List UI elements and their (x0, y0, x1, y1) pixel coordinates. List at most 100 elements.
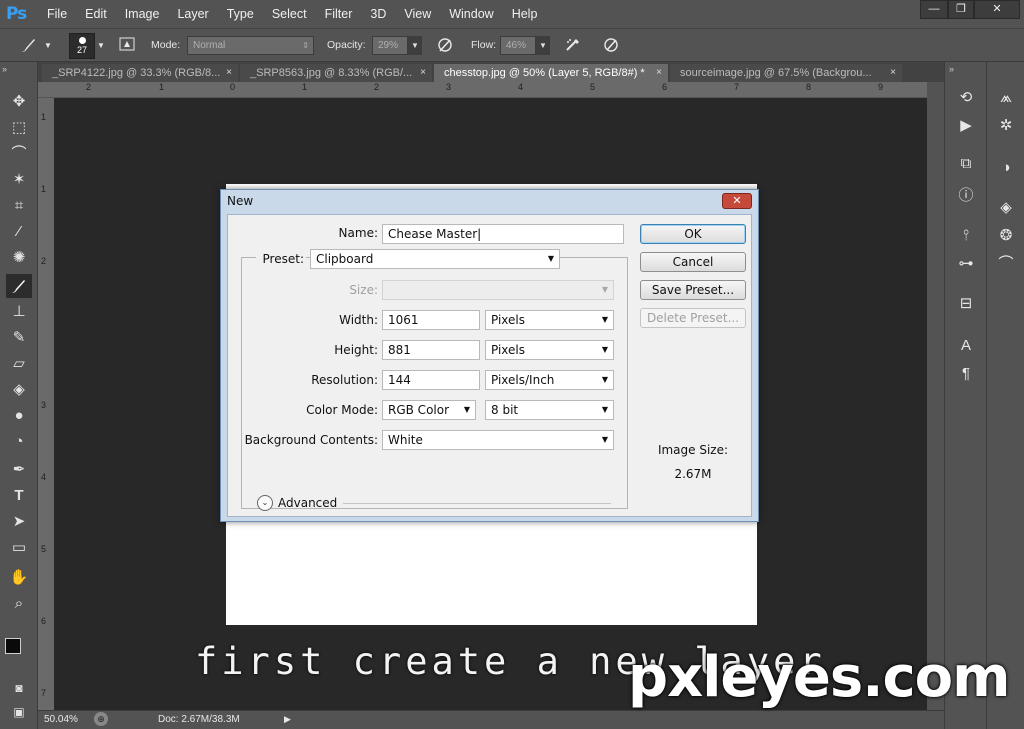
layers-panel-icon[interactable]: ◈ (991, 196, 1021, 220)
width-input[interactable]: 1061 (382, 310, 480, 330)
collapse-dock-icon[interactable]: » (949, 64, 954, 74)
save-preset-button[interactable]: Save Preset... (640, 280, 746, 300)
channels-panel-icon[interactable]: ❂ (991, 224, 1021, 248)
ruler-vertical[interactable]: 1 1 2 3 4 5 6 7 (38, 98, 54, 710)
menu-edit[interactable]: Edit (76, 0, 116, 28)
height-input[interactable]: 881 (382, 340, 480, 360)
collapse-tools-icon[interactable]: » (2, 64, 7, 74)
pressure-opacity-icon[interactable] (434, 36, 456, 56)
flow-input[interactable]: 46% (500, 36, 536, 55)
resolution-input[interactable]: 144 (382, 370, 480, 390)
bit-depth-select[interactable]: 8 bit ▼ (485, 400, 614, 420)
healing-brush-icon[interactable]: ✺ (6, 246, 32, 270)
advanced-toggle-button[interactable]: ⌄ (257, 495, 273, 511)
type-tool-icon[interactable]: T (6, 484, 32, 508)
tab-close-icon[interactable]: × (890, 64, 896, 82)
pressure-size-icon[interactable] (600, 36, 622, 56)
menu-type[interactable]: Type (218, 0, 263, 28)
airbrush-icon[interactable] (562, 36, 584, 56)
color-mode-select[interactable]: RGB Color ▼ (382, 400, 476, 420)
pen-tool-icon[interactable]: ✒ (6, 458, 32, 482)
history-brush-icon[interactable]: ✎ (6, 326, 32, 350)
tool-preset-dropdown-icon[interactable]: ▼ (42, 36, 54, 56)
image-size-value: 2.67M (674, 467, 712, 481)
background-contents-select[interactable]: White ▼ (382, 430, 614, 450)
tab-close-icon[interactable]: × (656, 64, 662, 82)
brush-presets-icon[interactable]: ⫯ (951, 224, 981, 248)
3d-panel-icon[interactable]: ⧉ (951, 152, 981, 176)
height-unit-select[interactable]: Pixels ▼ (485, 340, 614, 360)
histogram-panel-icon[interactable]: ⩕ (991, 86, 1021, 110)
hand-tool-icon[interactable]: ✋ (6, 566, 32, 590)
close-window-button[interactable]: ✕ (974, 0, 1020, 19)
adjustments-panel-icon[interactable]: ◑ (991, 156, 1021, 180)
magic-wand-icon[interactable]: ✶ (6, 168, 32, 192)
brush-preset-dropdown-icon[interactable]: ▼ (95, 36, 107, 56)
clone-source-icon[interactable]: ⊶ (951, 252, 981, 276)
zoom-level[interactable]: 50.04% (44, 714, 78, 725)
ruler-horizontal[interactable]: 2 1 0 1 2 3 4 5 6 7 8 9 (38, 82, 927, 98)
eyedropper-icon[interactable]: ⁄ (6, 220, 32, 244)
flow-dropdown-icon[interactable]: ▼ (536, 36, 550, 55)
paths-panel-icon[interactable]: ⌒ (991, 252, 1021, 276)
tab-chesstop[interactable]: chesstop.jpg @ 50% (Layer 5, RGB/8#) * × (434, 64, 668, 82)
marquee-tool-icon[interactable]: ⬚ (6, 116, 32, 140)
preset-select[interactable]: Clipboard ▼ (310, 249, 560, 269)
lasso-tool-icon[interactable]: ⌒ (6, 142, 32, 166)
tab-srp4122[interactable]: _SRP4122.jpg @ 33.3% (RGB/8... × (42, 64, 238, 82)
crop-tool-icon[interactable]: ⌗ (6, 194, 32, 218)
menu-file[interactable]: File (38, 0, 76, 28)
restore-button[interactable]: ❐ (948, 0, 974, 19)
zoom-tool-icon[interactable]: ⌕ (6, 592, 32, 616)
clone-stamp-icon[interactable]: ⊥ (6, 300, 32, 324)
actions-panel-icon[interactable]: ▶ (951, 114, 981, 138)
name-input[interactable]: Chease Master| (382, 224, 624, 244)
tab-close-icon[interactable]: × (226, 64, 232, 82)
tab-srp8563[interactable]: _SRP8563.jpg @ 8.33% (RGB/... × (240, 64, 432, 82)
blur-tool-icon[interactable]: ● (6, 404, 32, 428)
ok-button[interactable]: OK (640, 224, 746, 244)
history-panel-icon[interactable]: ⟲ (951, 86, 981, 110)
info-panel-icon[interactable]: ⓘ (951, 184, 981, 208)
paint-bucket-icon[interactable]: ◈ (6, 378, 32, 402)
menu-select[interactable]: Select (263, 0, 316, 28)
delete-preset-button: Delete Preset... (640, 308, 746, 328)
tab-sourceimage[interactable]: sourceimage.jpg @ 67.5% (Backgrou... × (670, 64, 902, 82)
menu-filter[interactable]: Filter (316, 0, 362, 28)
move-tool-icon[interactable]: ✥ (6, 90, 32, 114)
menu-window[interactable]: Window (440, 0, 502, 28)
status-menu-arrow-icon[interactable]: ▶ (284, 714, 291, 725)
width-unit-select[interactable]: Pixels ▼ (485, 310, 614, 330)
brush-size-picker[interactable]: 27 (69, 33, 95, 59)
cancel-button[interactable]: Cancel (640, 252, 746, 272)
dialog-close-button[interactable]: ✕ (722, 193, 752, 209)
menu-help[interactable]: Help (503, 0, 547, 28)
dodge-tool-icon[interactable]: ◔ (6, 430, 32, 454)
navigator-panel-icon[interactable]: ✲ (991, 114, 1021, 138)
menu-image[interactable]: Image (116, 0, 169, 28)
mode-select[interactable]: Normal ⇕ (187, 36, 314, 55)
status-info-icon[interactable]: ⊕ (94, 712, 108, 726)
opacity-dropdown-icon[interactable]: ▼ (408, 36, 422, 55)
brush-tool-icon[interactable] (18, 36, 40, 56)
tool-presets-icon[interactable]: ⊟ (951, 292, 981, 316)
menu-view[interactable]: View (395, 0, 440, 28)
quick-mask-icon[interactable]: ◙ (6, 676, 32, 700)
opacity-input[interactable]: 29% (372, 36, 408, 55)
eraser-icon[interactable]: ▱ (6, 352, 32, 376)
path-selection-icon[interactable]: ➤ (6, 510, 32, 534)
chevron-down-icon: ▼ (601, 315, 608, 324)
minimize-button[interactable]: — (920, 0, 948, 19)
menu-3d[interactable]: 3D (361, 0, 395, 28)
foreground-color-swatch[interactable] (5, 638, 21, 654)
character-panel-icon[interactable]: A (951, 334, 981, 358)
screen-mode-icon[interactable]: ▣ (6, 700, 32, 724)
menu-layer[interactable]: Layer (168, 0, 217, 28)
brush-tool-button[interactable] (6, 274, 32, 298)
tab-label: _SRP8563.jpg @ 8.33% (RGB/... (250, 67, 413, 79)
brush-panel-toggle-icon[interactable] (116, 36, 138, 56)
tab-close-icon[interactable]: × (420, 64, 426, 82)
paragraph-panel-icon[interactable]: ¶ (951, 362, 981, 386)
resolution-unit-select[interactable]: Pixels/Inch ▼ (485, 370, 614, 390)
rectangle-tool-icon[interactable]: ▭ (6, 536, 32, 560)
